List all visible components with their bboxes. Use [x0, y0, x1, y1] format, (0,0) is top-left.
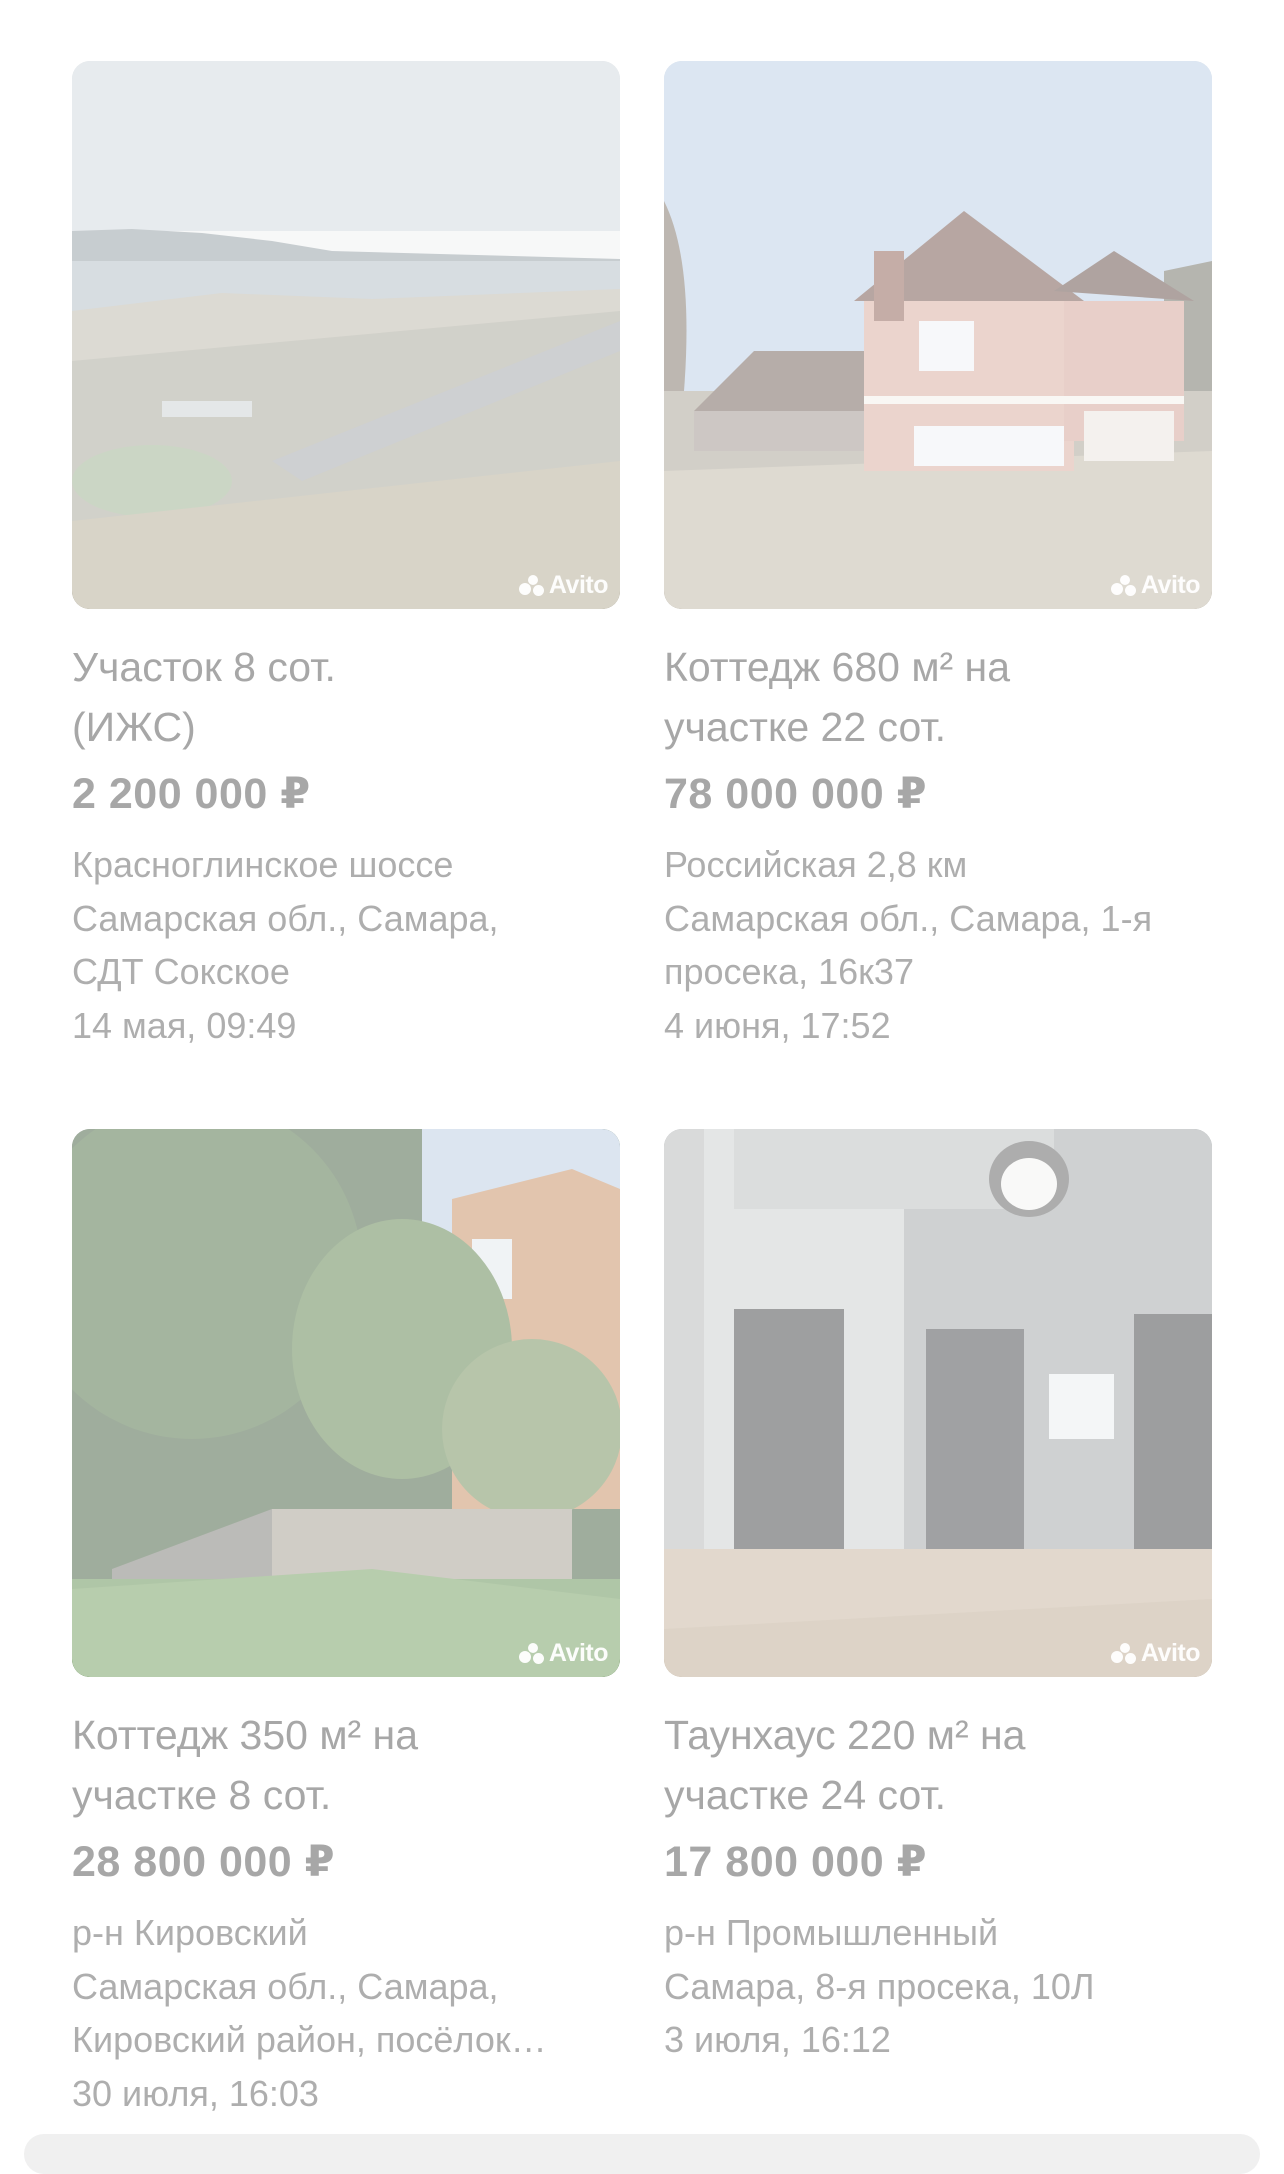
address-line: просека, 16к37: [664, 951, 914, 992]
listing-title[interactable]: Коттедж 680 м² на участке 22 сот.: [664, 637, 1212, 757]
address-line: Кировский район, посёлок…: [72, 2019, 547, 2060]
listing-price: 78 000 000 ₽: [664, 770, 928, 818]
listing-photo[interactable]: Avito: [72, 1129, 620, 1677]
listing-address: р-н Кировский Самарская обл., Самара, Ки…: [72, 1906, 620, 2120]
listing-photo[interactable]: Avito: [664, 61, 1212, 609]
listing-date: 14 мая, 09:49: [72, 1004, 297, 1046]
avito-watermark: Avito: [1110, 571, 1201, 600]
listing-card[interactable]: Avito Участок 8 сот. (ИЖС) 2 200 000 ₽ К…: [72, 61, 620, 1052]
listing-card[interactable]: Avito Таунхаус 220 м² на участке 24 сот.…: [664, 1129, 1212, 2120]
listings-grid: Avito Участок 8 сот. (ИЖС) 2 200 000 ₽ К…: [72, 61, 1212, 2120]
listing-address: р-н Промышленный Самара, 8-я просека, 10…: [664, 1906, 1212, 2067]
address-line: Самарская обл., Самара,: [72, 897, 499, 939]
listing-address: Российская 2,8 км Самарская обл., Самара…: [664, 838, 1212, 1052]
listing-card[interactable]: Avito Коттедж 680 м² на участке 22 сот. …: [664, 61, 1212, 1052]
avito-logo-icon: [518, 574, 545, 597]
address-line: р-н Промышленный: [664, 1912, 999, 1953]
listing-price: 17 800 000 ₽: [664, 1838, 928, 1886]
address-line: Самара, 8-я просека, 10Л: [664, 1965, 1095, 2007]
listing-address: Красноглинское шоссе Самарская обл., Сам…: [72, 838, 620, 1052]
listing-title[interactable]: Участок 8 сот. (ИЖС): [72, 637, 620, 757]
avito-logo-icon: [1110, 1642, 1137, 1665]
address-line: СДТ Сокское: [72, 951, 290, 992]
address-line: р-н Кировский: [72, 1912, 308, 1953]
address-line: Российская 2,8 км: [664, 844, 968, 885]
bottom-sheet-edge: [24, 2134, 1260, 2174]
address-line: Самарская обл., Самара, 1-я: [664, 897, 1153, 939]
listing-title[interactable]: Коттедж 350 м² на участке 8 сот.: [72, 1705, 620, 1825]
listing-date: 3 июля, 16:12: [664, 2019, 891, 2060]
listing-price: 2 200 000 ₽: [72, 770, 311, 818]
listing-date: 30 июля, 16:03: [72, 2072, 319, 2114]
avito-logo-icon: [518, 1642, 545, 1665]
avito-watermark: Avito: [518, 571, 609, 600]
address-line: Самарская обл., Самара,: [72, 1965, 499, 2007]
avito-logo-icon: [1110, 574, 1137, 597]
listing-date: 4 июня, 17:52: [664, 1004, 891, 1046]
listing-photo[interactable]: Avito: [72, 61, 620, 609]
avito-watermark: Avito: [518, 1639, 609, 1668]
listing-card[interactable]: Avito Коттедж 350 м² на участке 8 сот. 2…: [72, 1129, 620, 2120]
listing-title[interactable]: Таунхаус 220 м² на участке 24 сот.: [664, 1705, 1212, 1825]
listing-price: 28 800 000 ₽: [72, 1838, 336, 1886]
address-line: Красноглинское шоссе: [72, 844, 454, 885]
listing-photo[interactable]: Avito: [664, 1129, 1212, 1677]
avito-watermark: Avito: [1110, 1639, 1201, 1668]
